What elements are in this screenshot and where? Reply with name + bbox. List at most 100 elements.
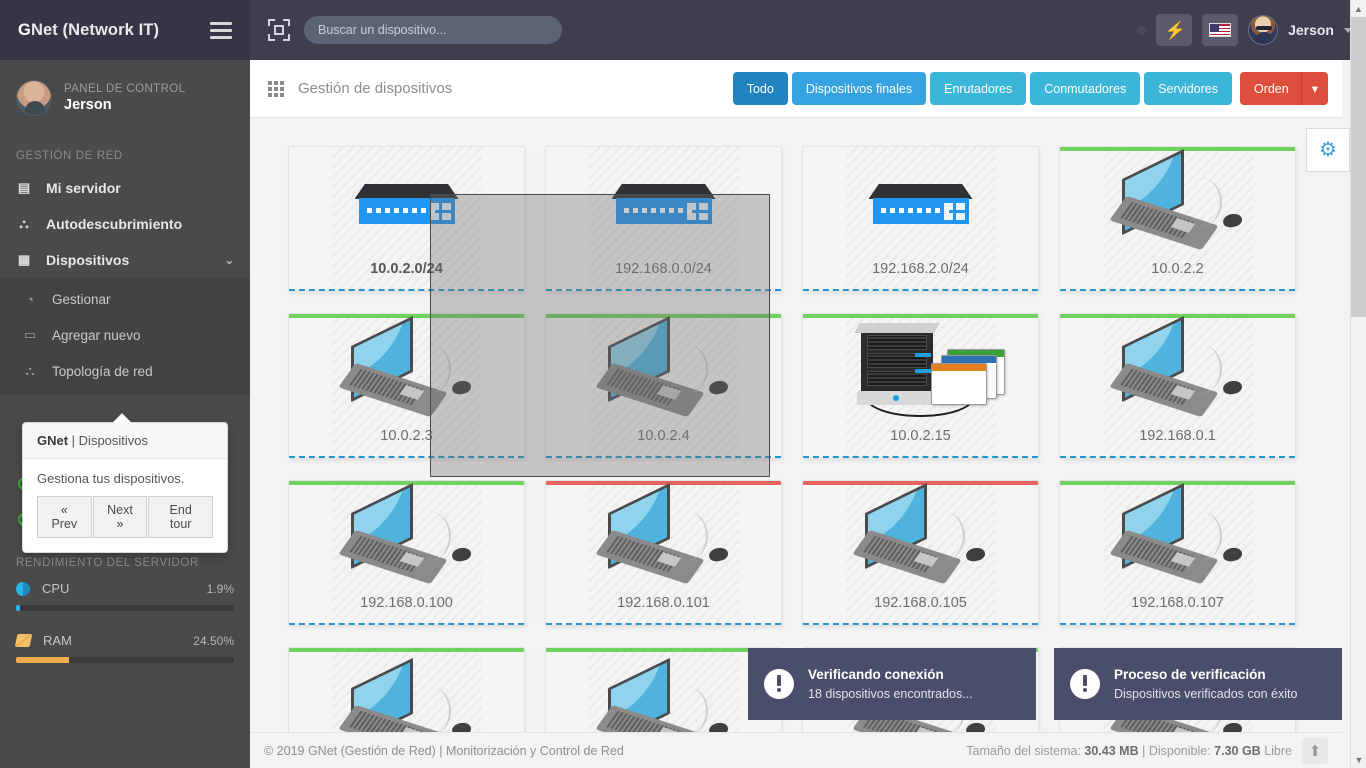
metric-value: 1.9% — [206, 581, 234, 596]
order-button[interactable]: Orden — [1239, 72, 1301, 105]
device-artwork — [803, 314, 1038, 428]
device-label: 192.168.0.101 — [617, 595, 710, 611]
filter-dispositivos-finales-button[interactable]: Dispositivos finales — [791, 72, 927, 105]
sitemap-icon: ⛬ — [25, 363, 35, 378]
content-header: Gestión de dispositivos Todo Dispositivo… — [250, 60, 1342, 118]
expand-icon[interactable] — [268, 19, 290, 41]
sidebar-section-label: GESTIÓN DE RED — [16, 150, 123, 162]
laptop-icon — [1108, 315, 1244, 418]
avatar[interactable] — [1248, 15, 1279, 45]
page-title: Gestión de dispositivos — [298, 80, 453, 97]
sidebar-item-label: Dispositivos — [46, 252, 130, 268]
device-card[interactable]: 192.168.0.100 — [288, 480, 525, 626]
device-label: 192.168.0.105 — [874, 595, 967, 611]
device-artwork — [803, 481, 1038, 595]
tour-popover-title: GNet | Dispositivos — [23, 423, 227, 459]
app-logo[interactable]: GNet (Network IT) — [18, 21, 159, 40]
search-input[interactable] — [304, 16, 562, 44]
device-card[interactable]: 192.168.0.1 — [1059, 313, 1296, 459]
exclamation-circle-icon — [764, 669, 794, 699]
toast-title: Proceso de verificación — [1114, 667, 1266, 682]
grid-icon — [268, 80, 284, 97]
brand-bar: GNet (Network IT) — [0, 0, 250, 60]
device-card[interactable]: 192.168.2.0/24 — [802, 146, 1039, 292]
tour-prev-button[interactable]: « Prev — [37, 496, 92, 538]
sidebar-item-topologia-de-red[interactable]: ⛬ Topología de red — [0, 353, 250, 389]
user-menu-label[interactable]: Jerson — [1288, 22, 1334, 38]
sidebar-item-label: Autodescubrimiento — [46, 216, 183, 232]
sidebar-item-label: Mi servidor — [46, 180, 121, 196]
us-flag-icon — [1209, 23, 1232, 37]
switch-icon — [868, 184, 973, 224]
footer-system-info: Tamaño del sistema: 30.43 MB | Disponibl… — [966, 737, 1328, 764]
sidebar-item-agregar-nuevo[interactable]: ▭ Agregar nuevo — [0, 317, 250, 353]
device-card[interactable] — [288, 647, 525, 732]
device-label: 10.0.2.15 — [890, 428, 951, 444]
device-card[interactable]: 192.168.0.101 — [545, 480, 782, 626]
available-label: Disponible: — [1148, 743, 1211, 758]
toast-container: Verificando conexión 18 dispositivos enc… — [748, 648, 1342, 720]
device-card[interactable]: 10.0.2.0/24 — [288, 146, 525, 292]
scrollbar-up-arrow-icon[interactable]: ▲ — [1351, 0, 1366, 17]
laptop-icon — [337, 657, 473, 732]
sidebar-item-dispositivos[interactable]: ▦ Dispositivos ⌄ — [0, 242, 250, 278]
scrollbar-down-arrow-icon[interactable]: ▼ — [1351, 751, 1366, 768]
filter-servidores-button[interactable]: Servidores — [1144, 72, 1232, 105]
scroll-to-top-button[interactable]: ⬆ — [1302, 737, 1328, 764]
device-card[interactable]: 10.0.2.2 — [1059, 146, 1296, 292]
sidebar-item-mi-servidor[interactable]: ▤ Mi servidor — [0, 170, 250, 206]
device-card[interactable]: 10.0.2.4 — [545, 313, 782, 459]
language-button[interactable] — [1202, 14, 1239, 46]
device-artwork — [546, 481, 781, 595]
toast-message: 18 dispositivos encontrados... — [808, 687, 973, 701]
laptop-icon — [1108, 148, 1244, 251]
laptop-icon — [594, 657, 730, 732]
exclamation-circle-icon — [1070, 669, 1100, 699]
device-artwork — [1060, 147, 1295, 261]
laptop-icon — [337, 482, 473, 585]
device-card[interactable] — [545, 647, 782, 732]
device-label: 192.168.0.1 — [1139, 428, 1216, 444]
sidebar-profile[interactable]: PANEL DE CONTROL Jerson — [0, 60, 250, 134]
ram-icon — [14, 634, 33, 647]
tour-end-button[interactable]: End tour — [148, 496, 214, 538]
footer-separator: | — [1142, 743, 1146, 758]
magic-wand-button[interactable]: ⚡ — [1156, 14, 1193, 46]
laptop-icon — [594, 315, 730, 418]
server-icon — [837, 323, 1005, 419]
available-suffix: Libre — [1264, 743, 1292, 758]
page-scrollbar[interactable]: ▲ ▼ — [1350, 0, 1366, 768]
settings-tab-button[interactable]: ⚙ — [1306, 128, 1350, 172]
toast-notification[interactable]: Verificando conexión 18 dispositivos enc… — [748, 648, 1036, 720]
filter-todo-button[interactable]: Todo — [732, 72, 788, 105]
profile-panel-label: PANEL DE CONTROL — [64, 82, 186, 95]
tour-title-rest: | Dispositivos — [68, 433, 149, 448]
device-grid: 10.0.2.0/24 192.168.0.0/24 192.168.2.0/2… — [250, 118, 1342, 732]
hamburger-icon[interactable] — [210, 21, 232, 39]
device-label: 192.168.0.100 — [360, 595, 453, 611]
sidebar: GNet (Network IT) PANEL DE CONTROL Jerso… — [0, 0, 250, 768]
device-card[interactable]: 192.168.0.105 — [802, 480, 1039, 626]
cpu-progress-bar — [16, 605, 234, 611]
tour-next-button[interactable]: Next » — [92, 496, 148, 538]
order-dropdown-caret-icon[interactable]: ▾ — [1300, 72, 1328, 105]
filter-enrutadores-button[interactable]: Enrutadores — [930, 72, 1027, 105]
system-size-label: Tamaño del sistema: — [966, 743, 1081, 758]
popover-arrow — [113, 414, 131, 423]
switch-icon — [354, 184, 459, 224]
server-icon: ▤ — [17, 180, 31, 195]
device-card[interactable]: 192.168.0.0/24 — [545, 146, 782, 292]
scrollbar-thumb[interactable] — [1351, 17, 1366, 317]
profile-name: Jerson — [64, 97, 112, 114]
device-card[interactable]: 10.0.2.15 — [802, 313, 1039, 459]
sidebar-item-gestionar[interactable]: ◔ Gestionar — [0, 282, 250, 317]
device-card[interactable]: 10.0.2.3 — [288, 313, 525, 459]
device-artwork — [289, 481, 524, 595]
sitemap-icon: ⛬ — [19, 216, 29, 231]
dashboard-icon: ◔ — [26, 292, 34, 307]
device-card[interactable]: 192.168.0.107 — [1059, 480, 1296, 626]
filter-conmutadores-button[interactable]: Conmutadores — [1030, 72, 1141, 105]
sidebar-item-autodescubrimiento[interactable]: ⛬ Autodescubrimiento — [0, 206, 250, 242]
toast-notification[interactable]: Proceso de verificación Dispositivos ver… — [1054, 648, 1342, 720]
tour-popover-body: Gestiona tus dispositivos. — [37, 471, 185, 486]
